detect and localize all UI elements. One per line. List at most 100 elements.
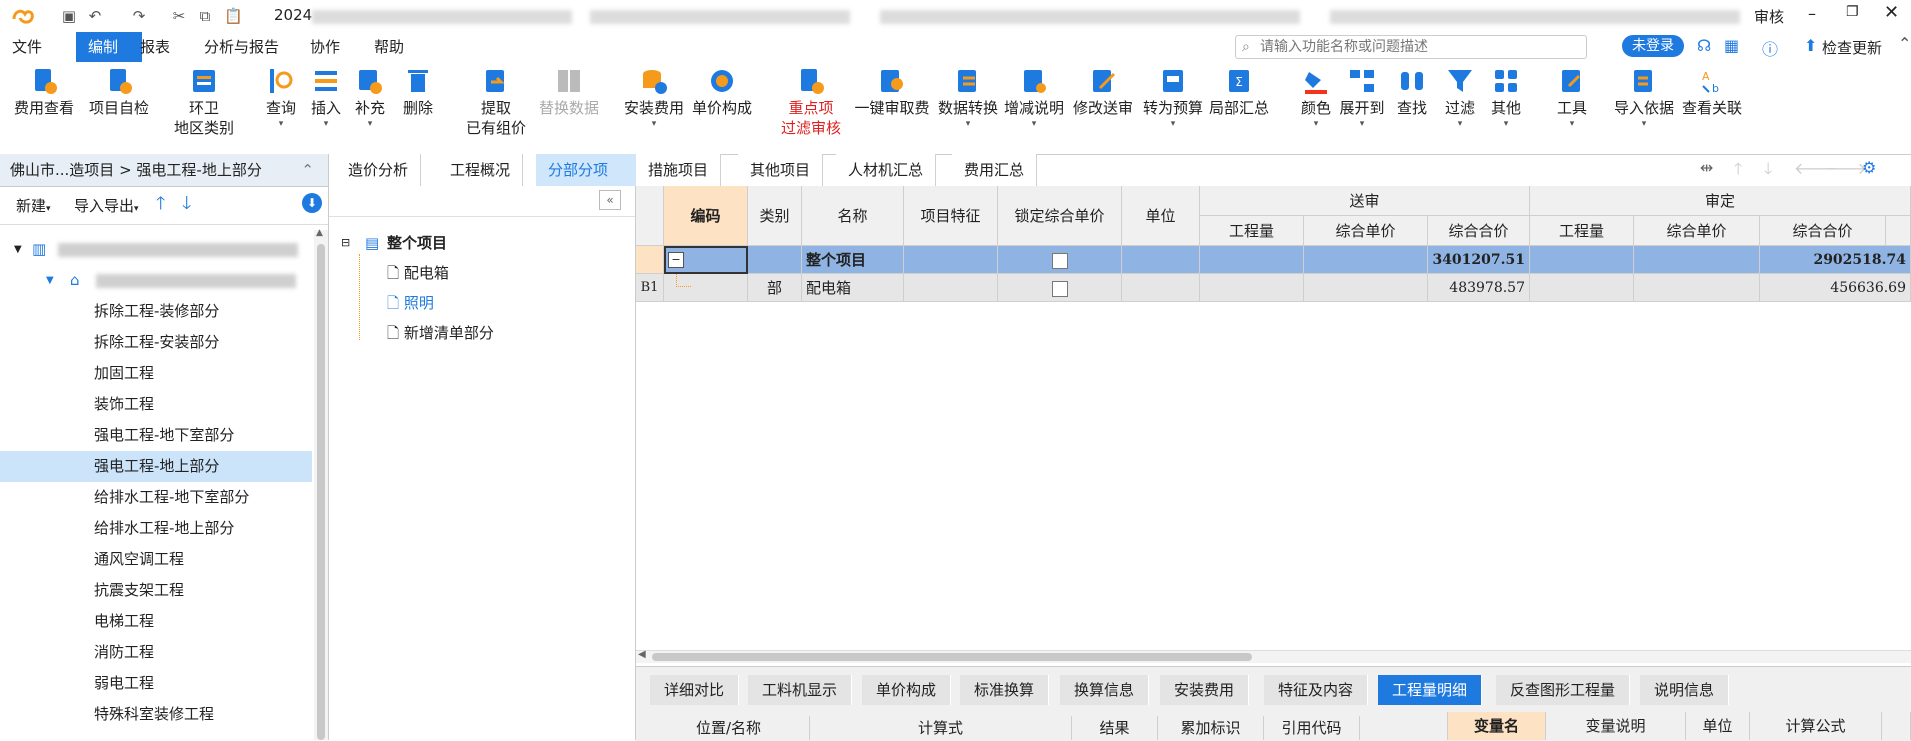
scroll-up-icon[interactable]: ▲ [316,228,323,238]
collapse-row-icon[interactable]: − [668,252,684,268]
collapse-ribbon-icon[interactable]: ⌃ [1898,34,1911,53]
tree-item[interactable]: 强电工程-地下室部分 [0,420,312,451]
variable-header[interactable]: 变量说明 [1546,712,1686,740]
bottom-tab-active[interactable]: 工程量明细 [1378,675,1483,705]
redo-icon[interactable]: ↷ [130,7,148,25]
apps-icon[interactable]: ▦ [1724,36,1739,55]
import-basis-button[interactable]: 导入依据 ▾ [1612,66,1676,130]
detail-header[interactable]: 引用代码 [1264,716,1360,740]
bottom-tab[interactable]: 单价构成 [862,675,952,705]
header-type[interactable]: 类别 [748,186,802,246]
tree-item-selected[interactable]: 强电工程-地上部分 [0,451,312,482]
header-lock-price[interactable]: 锁定综合单价 [998,186,1122,246]
modify-submit-button[interactable]: 修改送审 [1070,66,1136,118]
tree-item[interactable]: 加固工程 [0,358,312,389]
tree-item[interactable]: 给排水工程-地上部分 [0,513,312,544]
search-input[interactable]: ⌕ 请输入功能名称或问题描述 [1235,35,1587,59]
key-item-filter-button[interactable]: 重点项 过滤审核 [778,66,844,138]
tab-other-items[interactable]: 其他项目 [738,154,824,186]
bottom-tab[interactable]: 标准换算 [960,675,1050,705]
left-scrollbar-thumb[interactable] [317,244,325,740]
tab-overview[interactable]: 工程概况 [438,154,524,186]
tree-item[interactable]: 消防工程 [0,637,312,668]
header-audit-unit-price[interactable]: 综合单价 [1634,216,1760,246]
arrow-down-icon[interactable]: 🡓 [1764,158,1772,185]
supplement-button[interactable]: 补充 ▾ [350,66,390,130]
self-check-button[interactable]: 项目自检 [86,66,152,118]
collapse-icon[interactable]: ▼ [46,265,54,296]
menu-report[interactable]: 报表 [128,32,182,62]
header-audit-qty[interactable]: 工程量 [1530,216,1634,246]
other-button[interactable]: 其他 ▾ [1486,66,1526,130]
fee-view-button[interactable]: 费用查看 [12,66,76,118]
new-button[interactable]: 新建▾ [16,195,51,216]
bottom-tab[interactable]: 安装费用 [1160,675,1250,705]
header-feature[interactable]: 项目特征 [904,186,998,246]
bottom-tab[interactable]: 工料机显示 [748,675,853,705]
section-node[interactable]: 🗋 配电箱 [387,260,449,286]
headset-icon[interactable]: ☊ [1697,36,1711,55]
scroll-left-icon[interactable]: ◀ [638,649,646,660]
bottom-tab[interactable]: 换算信息 [1060,675,1150,705]
tab-cost-analysis[interactable]: 造价分析 [336,154,422,186]
expand-to-button[interactable]: 展开到 ▾ [1338,66,1386,130]
info-icon[interactable]: ⓘ [1762,36,1778,60]
view-relation-button[interactable]: Ab 查看关联 [1680,66,1744,118]
download-icon[interactable]: ⬇ [302,193,322,213]
tab-sections[interactable]: 分部分项 [536,154,637,186]
tree-node-project[interactable]: ▼ ▥ [0,234,312,265]
collapse-up-icon[interactable]: ⌃ [301,154,314,186]
restore-icon[interactable]: ❐ [1846,4,1859,20]
layout-toggle-icon[interactable]: ⇹ [1700,158,1713,177]
color-button[interactable]: 颜色 ▾ [1296,66,1336,130]
tree-item[interactable]: 电梯工程 [0,606,312,637]
tree-item[interactable]: 拆除工程-安装部分 [0,327,312,358]
delete-button[interactable]: 删除 [398,66,438,118]
tree-item[interactable]: 弱电工程 [0,668,312,699]
grid-hscrollbar-thumb[interactable] [652,653,1252,661]
move-down-icon[interactable]: 🡓 [182,191,191,221]
collapse-icon[interactable]: ⊟ [341,230,350,256]
detail-header[interactable]: 位置/名称 [648,716,810,740]
header-name[interactable]: 名称 [802,186,904,246]
menu-help[interactable]: 帮助 [362,32,416,62]
header-submit-qty[interactable]: 工程量 [1200,216,1304,246]
header-submit-unit-price[interactable]: 综合单价 [1304,216,1428,246]
tree-node-unit[interactable]: ▼ ⌂ [0,265,312,296]
header-unit[interactable]: 单位 [1122,186,1200,246]
replace-data-button[interactable]: 替换数据 [536,66,602,118]
query-button[interactable]: 查询 ▾ [258,66,304,130]
tab-fee-summary[interactable]: 费用汇总 [952,154,1038,186]
close-icon[interactable]: ✕ [1884,2,1899,23]
detail-header[interactable]: 累加标识 [1158,716,1264,740]
variable-header[interactable]: 单位 [1686,712,1750,740]
minimize-icon[interactable]: – [1808,4,1816,23]
tools-button[interactable]: 工具 ▾ [1552,66,1592,130]
menu-analysis[interactable]: 分析与报告 [192,32,291,62]
variable-header[interactable]: 变量名 [1448,712,1546,740]
tree-item[interactable]: 特殊科室装修工程 [0,699,312,730]
undo-icon[interactable]: ↶ [86,7,104,25]
insert-button[interactable]: 插入 ▾ [306,66,346,130]
left-scrollbar[interactable]: ▲ [314,228,328,740]
tree-item[interactable]: 给排水工程-地下室部分 [0,482,312,513]
code-cell[interactable]: − [664,246,748,274]
data-convert-button[interactable]: 数据转换 ▾ [936,66,1000,130]
cut-icon[interactable]: ✂ [170,7,188,25]
find-button[interactable]: 查找 [1392,66,1432,118]
tree-item[interactable]: 装饰工程 [0,389,312,420]
bottom-tab[interactable]: 反查图形工程量 [1496,675,1631,705]
lock-checkbox[interactable] [1051,280,1068,297]
to-budget-button[interactable]: 转为预算 ▾ [1140,66,1206,130]
update-icon[interactable]: ⬆ [1804,36,1817,55]
collapse-icon[interactable]: ▼ [14,234,22,265]
paste-icon[interactable]: 📋 [224,7,243,25]
section-node[interactable]: 🗋 照明 [387,290,434,316]
unit-price-composition-button[interactable]: 单价构成 [690,66,754,118]
check-update-button[interactable]: 检查更新 [1822,37,1882,58]
detail-header[interactable]: 结果 [1072,716,1158,740]
save-icon[interactable]: ▣ [60,7,78,25]
bottom-tab[interactable]: 详细对比 [650,675,740,705]
header-submit-total[interactable]: 综合合价 [1428,216,1530,246]
column-settings-icon[interactable]: ⚙ [1862,158,1876,177]
